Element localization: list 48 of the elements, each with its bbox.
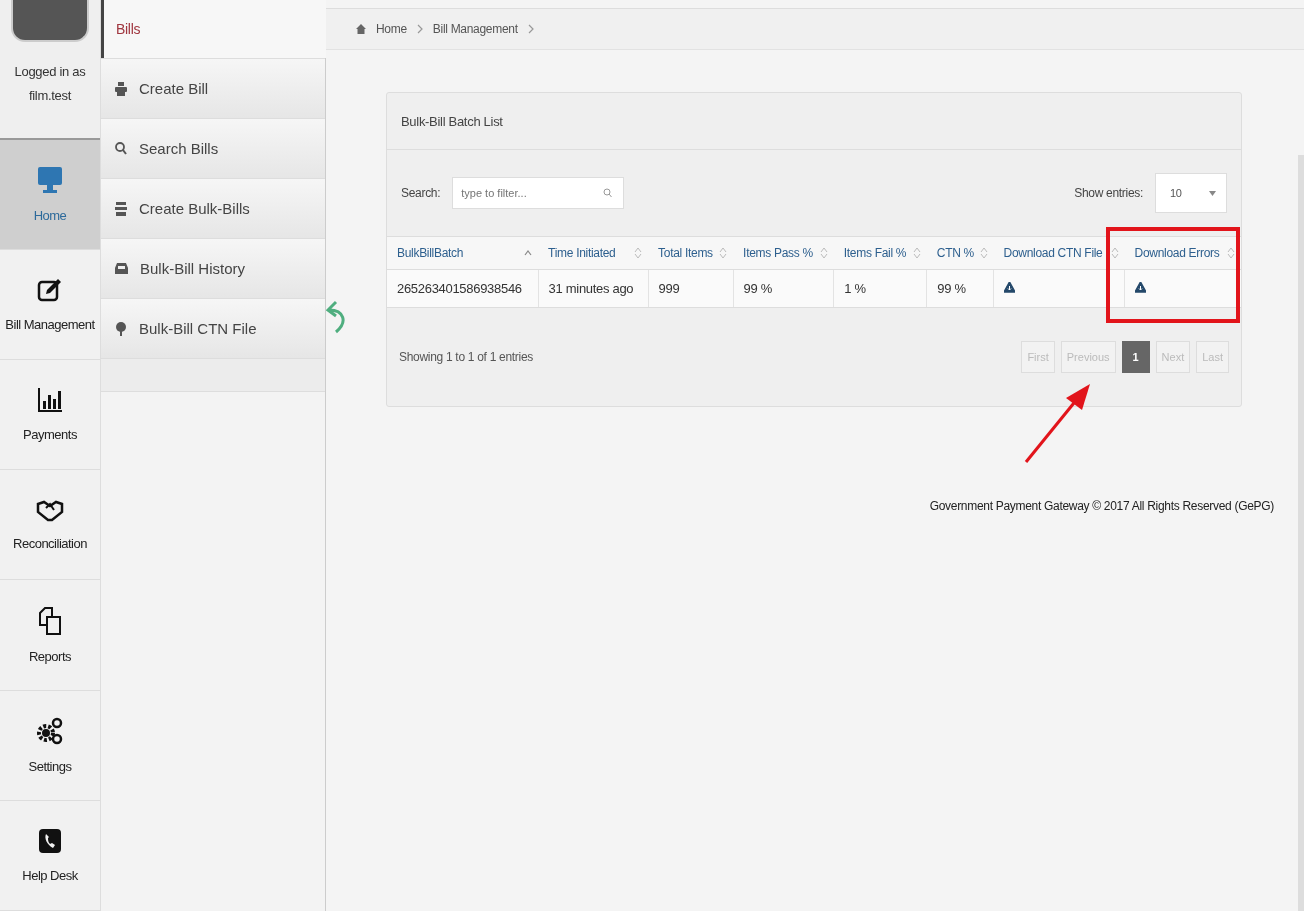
column-header[interactable]: Download CTN File xyxy=(993,236,1125,270)
column-header[interactable]: Time Initiated xyxy=(538,236,649,270)
table-cell: 99 % xyxy=(733,269,834,308)
copyright-text: Government Payment Gateway © 2017 All Rights Reserved (GePG) xyxy=(929,499,1274,513)
column-header[interactable]: BulkBillBatch xyxy=(387,236,539,270)
search-label: Search: xyxy=(401,186,441,200)
submenu-item[interactable]: Bulk-Bill History xyxy=(101,238,325,298)
edit-icon xyxy=(37,277,63,303)
submenu-item[interactable]: Create Bulk-Bills xyxy=(101,178,325,238)
search-icon xyxy=(115,142,127,155)
phone-icon xyxy=(38,827,62,854)
printer-icon xyxy=(115,81,127,96)
breadcrumb-link[interactable]: Home xyxy=(376,22,407,36)
chevron-right-icon xyxy=(527,24,534,34)
pagination-button[interactable]: 1 xyxy=(1121,341,1150,373)
show-entries-label: Show entries: xyxy=(1074,186,1143,200)
submenu-item[interactable]: Search Bills xyxy=(101,118,325,178)
table-cell: 99 % xyxy=(926,269,994,308)
monitor-icon xyxy=(37,165,63,194)
table-cell: 999 xyxy=(648,269,734,308)
caret-icon xyxy=(1209,190,1216,196)
submenu-title: Bills xyxy=(101,0,326,58)
chevron-right-icon xyxy=(416,24,423,34)
logged-in-label: Logged in as xyxy=(14,63,86,81)
entries-info: Showing 1 to 1 of 1 entries xyxy=(399,350,533,364)
table-cell: 1 % xyxy=(833,269,927,308)
search-field[interactable]: type to filter... xyxy=(452,177,625,209)
documents-icon xyxy=(38,606,62,635)
username: film.test xyxy=(28,87,72,105)
stack-icon xyxy=(115,201,127,216)
submenu-item[interactable]: Bulk-Bill CTN File xyxy=(101,298,325,358)
nav-item[interactable]: Home xyxy=(0,139,100,250)
table-cell: 265263401586938546 xyxy=(387,269,539,308)
panel-title: Bulk-Bill Batch List xyxy=(387,93,1241,150)
entries-dropdown[interactable]: 10 xyxy=(1155,173,1227,213)
home-icon xyxy=(356,24,366,34)
submenu-item[interactable]: Create Bill xyxy=(101,58,325,118)
search-icon xyxy=(603,188,613,198)
bar-chart-icon xyxy=(37,387,63,414)
column-header[interactable]: Items Fail % xyxy=(833,236,927,270)
column-header[interactable]: CTN % xyxy=(926,236,994,270)
column-header[interactable]: Total Items xyxy=(648,236,734,270)
column-header[interactable]: Download Errors xyxy=(1124,236,1241,270)
gears-icon xyxy=(36,716,64,745)
column-header[interactable]: Items Pass % xyxy=(733,236,834,270)
table-cell: 31 minutes ago xyxy=(538,269,649,308)
breadcrumb-link[interactable]: Bill Management xyxy=(432,22,518,36)
inbox-icon xyxy=(115,263,128,274)
